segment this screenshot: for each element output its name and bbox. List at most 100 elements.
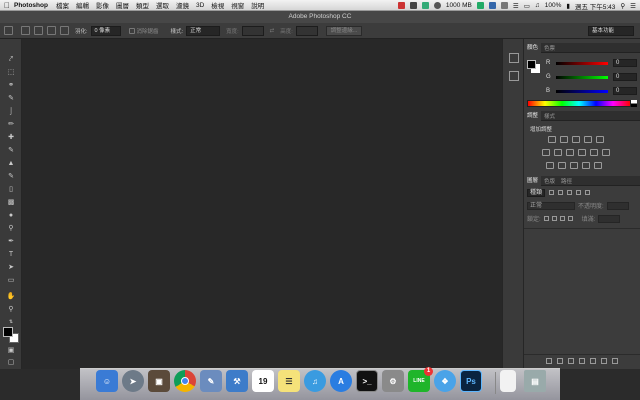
history-brush-tool-icon[interactable]: ✎	[6, 172, 16, 181]
dodge-tool-icon[interactable]: ⚲	[6, 224, 16, 233]
chrome-icon[interactable]	[174, 370, 196, 392]
path-selection-tool-icon[interactable]: ➤	[6, 263, 16, 272]
delete-layer-icon[interactable]	[612, 357, 618, 364]
channel-mixer-icon[interactable]	[590, 149, 598, 156]
canvas-area[interactable]	[22, 39, 502, 369]
color-balance-icon[interactable]	[554, 149, 562, 156]
menu-select[interactable]: 選取	[156, 0, 169, 10]
filter-shape-icon[interactable]	[576, 190, 582, 195]
layer-kind-select[interactable]: 種類	[527, 188, 546, 197]
new-selection-icon[interactable]	[21, 26, 30, 35]
selective-color-icon[interactable]	[594, 162, 602, 169]
link-layers-icon[interactable]	[546, 357, 552, 364]
group-icon[interactable]	[590, 357, 596, 364]
workspace-select[interactable]: 基本功能	[588, 26, 634, 36]
status-icon[interactable]	[397, 2, 405, 9]
lasso-tool-icon[interactable]: ⚭	[6, 81, 16, 90]
spotlight-icon[interactable]: ⚲	[620, 2, 625, 10]
menu-3d[interactable]: 3D	[196, 2, 204, 9]
document-icon[interactable]	[500, 370, 516, 392]
feather-input[interactable]: 0 像素	[90, 25, 121, 36]
menu-file[interactable]: 檔案	[56, 0, 69, 10]
lock-position-icon[interactable]	[559, 216, 565, 221]
color-swatches[interactable]	[3, 327, 19, 343]
app-store-icon[interactable]: A	[330, 370, 352, 392]
threshold-icon[interactable]	[570, 162, 578, 169]
history-panel-icon[interactable]	[509, 53, 519, 63]
type-tool-icon[interactable]: T	[6, 250, 16, 259]
clock[interactable]: 週五 下午5:43	[575, 1, 615, 11]
foreground-color[interactable]	[3, 327, 13, 337]
vibrance-icon[interactable]	[596, 136, 604, 143]
app-menu[interactable]: Photoshop	[14, 2, 48, 9]
blue-slider[interactable]	[556, 89, 608, 93]
lock-all-icon[interactable]	[567, 216, 573, 221]
menu-layer[interactable]: 圖層	[116, 0, 129, 10]
crop-tool-icon[interactable]: ⌡	[6, 107, 16, 116]
red-slider[interactable]	[556, 61, 608, 65]
status-icon[interactable]	[409, 2, 417, 9]
photoshop-icon[interactable]: Ps	[460, 370, 482, 392]
filter-type-icon[interactable]	[567, 190, 573, 195]
memory-indicator[interactable]: 1000 MB	[446, 2, 472, 9]
refine-edge-button[interactable]: 調整邊緣...	[325, 25, 363, 36]
pen-tool-icon[interactable]: ✒	[6, 237, 16, 246]
status-icon[interactable]	[500, 2, 508, 9]
status-icon[interactable]	[421, 2, 429, 9]
system-preferences-icon[interactable]: ⚙	[382, 370, 404, 392]
color-lookup-icon[interactable]	[602, 149, 610, 156]
notes-icon[interactable]: ☰	[278, 370, 300, 392]
menu-filter[interactable]: 濾鏡	[176, 0, 189, 10]
safari-icon[interactable]: ❖	[434, 370, 456, 392]
black-white-icon[interactable]	[566, 149, 574, 156]
add-selection-icon[interactable]	[34, 26, 43, 35]
hand-tool-icon[interactable]: ✋	[6, 292, 16, 301]
swap-icon[interactable]: ⇄	[270, 28, 275, 34]
marquee-tool-preset-icon[interactable]	[4, 26, 13, 35]
menu-type[interactable]: 類型	[136, 0, 149, 10]
layer-style-icon[interactable]	[557, 357, 563, 364]
launchpad-icon[interactable]: ➤	[122, 370, 144, 392]
fill-input[interactable]	[598, 214, 621, 223]
antialias-checkbox[interactable]	[128, 27, 135, 34]
gradient-tool-icon[interactable]: ▩	[6, 198, 16, 207]
subtract-selection-icon[interactable]	[47, 26, 56, 35]
menu-image[interactable]: 影像	[96, 0, 109, 10]
screen-mode-icon[interactable]: ▢	[6, 358, 16, 367]
eyedropper-tool-icon[interactable]: ✏	[6, 120, 16, 129]
xcode-icon[interactable]: ⚒	[226, 370, 248, 392]
opacity-input[interactable]	[606, 201, 629, 210]
menu-edit[interactable]: 編輯	[76, 0, 89, 10]
calendar-icon[interactable]: 19	[252, 370, 274, 392]
line-icon[interactable]: LINE 1	[408, 367, 433, 392]
battery-icon[interactable]: ▮	[566, 2, 570, 10]
tab-paths[interactable]: 路徑	[558, 177, 575, 185]
color-spectrum[interactable]	[527, 100, 631, 107]
curves-icon[interactable]	[572, 136, 580, 143]
airplay-icon[interactable]: ▭	[524, 2, 530, 10]
shape-tool-icon[interactable]: ▭	[6, 276, 16, 285]
trash-icon[interactable]: ▤	[524, 370, 546, 392]
exposure-icon[interactable]	[584, 136, 592, 143]
wifi-icon[interactable]: ☰	[513, 2, 519, 10]
adjustment-layer-icon[interactable]	[579, 357, 585, 364]
apple-menu-icon[interactable]: 	[0, 1, 14, 10]
healing-brush-tool-icon[interactable]: ✚	[6, 133, 16, 142]
tab-styles[interactable]: 樣式	[541, 112, 558, 120]
status-icon[interactable]	[476, 2, 484, 9]
filter-pixel-icon[interactable]	[549, 190, 555, 195]
red-value[interactable]: 0	[613, 59, 637, 67]
green-slider[interactable]	[556, 75, 608, 79]
invert-icon[interactable]	[546, 162, 554, 169]
menu-help[interactable]: 說明	[251, 0, 264, 10]
filter-adjustment-icon[interactable]	[558, 190, 564, 195]
style-select[interactable]: 正常	[186, 25, 221, 36]
status-icon[interactable]	[433, 2, 441, 9]
lock-image-icon[interactable]	[551, 216, 557, 221]
clone-stamp-tool-icon[interactable]: ▲	[6, 159, 16, 168]
filter-smart-object-icon[interactable]	[585, 190, 591, 195]
zoom-tool-icon[interactable]: ⚲	[6, 305, 16, 314]
eraser-tool-icon[interactable]: ▯	[6, 185, 16, 194]
intersect-selection-icon[interactable]	[60, 26, 69, 35]
preview-icon[interactable]: ✎	[200, 370, 222, 392]
